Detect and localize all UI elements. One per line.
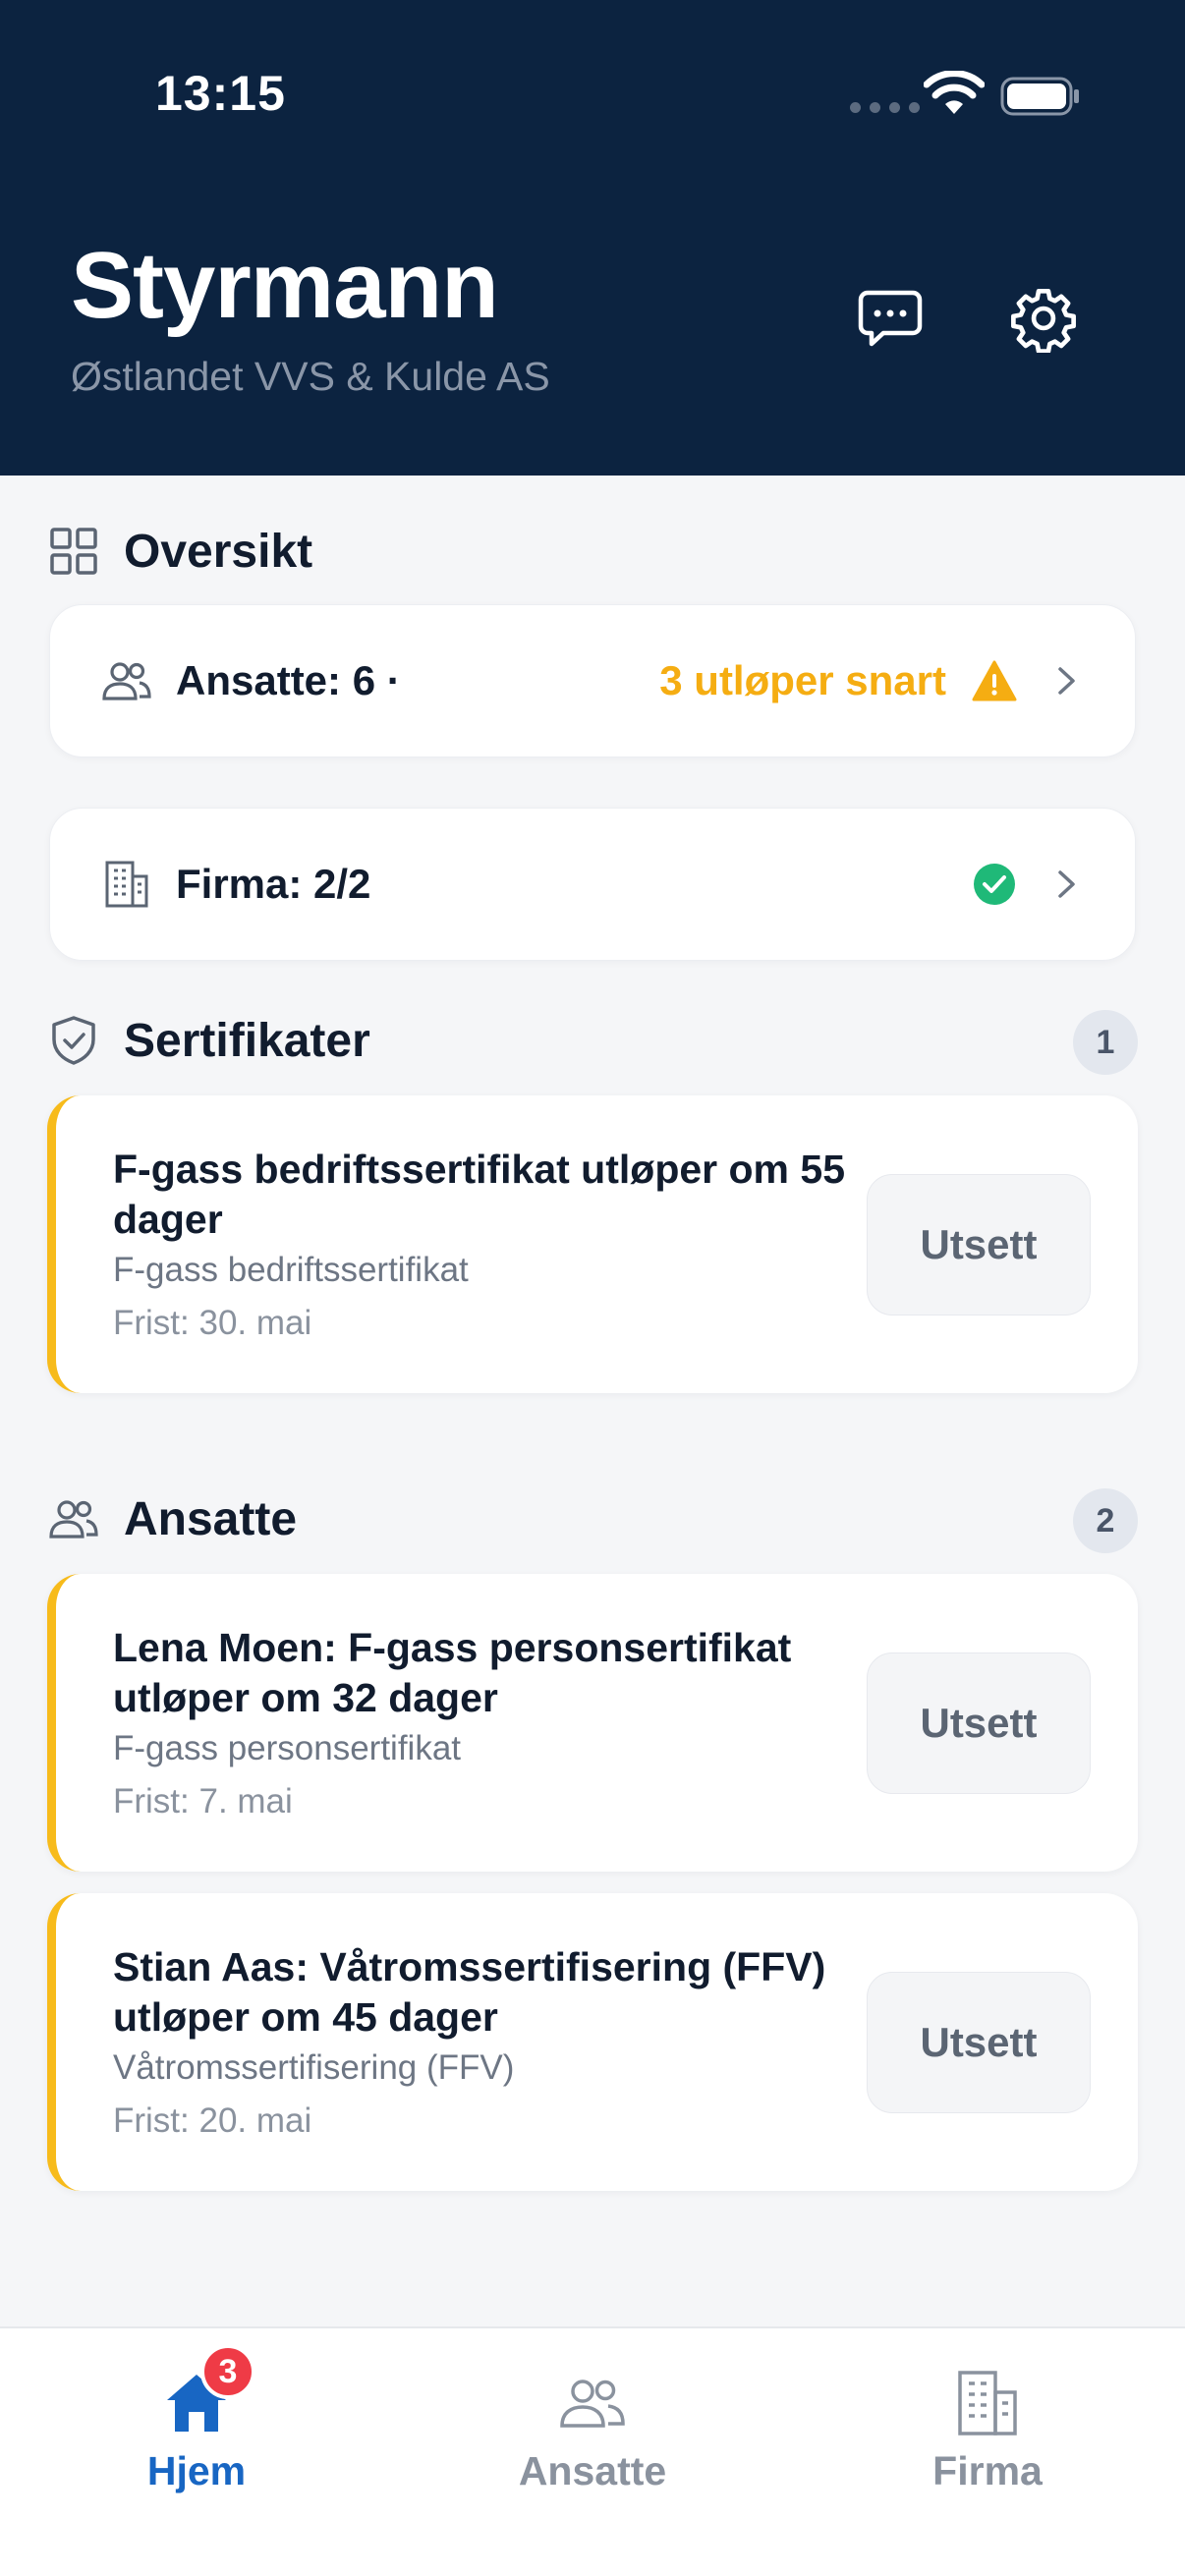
settings-button[interactable] xyxy=(1000,275,1087,362)
alert-due-date: Frist: 7. mai xyxy=(113,1782,293,1820)
alert-due-date: Frist: 30. mai xyxy=(113,1304,312,1342)
count-badge: 1 xyxy=(1073,1010,1138,1075)
tab-label: Firma xyxy=(932,2448,1043,2493)
employee-alert-card: Lena Moen: F-gass personsertifikat utløp… xyxy=(47,1574,1138,1872)
company-count-label: Firma: 2/2 xyxy=(176,861,371,907)
expiring-soon-text: 3 utløper snart xyxy=(659,657,946,703)
postpone-button[interactable]: Utsett xyxy=(867,1174,1091,1316)
certificates-section-header: Sertifikater 1 xyxy=(47,1006,1138,1075)
building-icon xyxy=(99,857,154,912)
overview-section-header: Oversikt xyxy=(47,517,1138,586)
tab-company[interactable]: Firma xyxy=(840,2364,1135,2511)
section-title: Sertifikater xyxy=(124,1014,370,1067)
postpone-button[interactable]: Utsett xyxy=(867,1972,1091,2113)
grid-icon xyxy=(47,525,100,578)
battery-icon xyxy=(1000,77,1079,116)
alert-title: Lena Moen: F-gass personsertifikat utløp… xyxy=(113,1625,792,1720)
chevron-right-icon xyxy=(1058,870,1075,898)
section-title: Ansatte xyxy=(124,1492,298,1545)
warning-icon xyxy=(972,660,1017,701)
notification-badge: 3 xyxy=(200,2344,255,2399)
people-icon xyxy=(99,653,154,708)
alert-title: F-gass bedriftssertifikat utløper om 55 … xyxy=(113,1147,846,1242)
app-screen: 13:15 Styrmann Østlandet VVS & Kulde AS xyxy=(0,0,1185,2576)
alert-due-date: Frist: 20. mai xyxy=(113,2101,312,2140)
messages-button[interactable] xyxy=(847,275,933,362)
employee-alert-card: Stian Aas: Våtromssertifisering (FFV) ut… xyxy=(47,1893,1138,2191)
certificate-alert-card: F-gass bedriftssertifikat utløper om 55 … xyxy=(47,1095,1138,1393)
tab-label: Ansatte xyxy=(518,2448,667,2493)
check-circle-icon xyxy=(974,864,1015,905)
alert-subtitle: Våtromssertifisering (FFV) xyxy=(113,2048,515,2087)
building-icon xyxy=(948,2364,1027,2442)
bottom-tab-bar: 3 Hjem Ansatte Firma xyxy=(0,2326,1185,2576)
tab-label: Hjem xyxy=(146,2448,247,2493)
app-header: 13:15 Styrmann Østlandet VVS & Kulde AS xyxy=(0,0,1185,476)
alert-title: Stian Aas: Våtromssertifisering (FFV) ut… xyxy=(113,1944,826,2040)
app-title: Styrmann xyxy=(71,233,499,338)
count-badge: 2 xyxy=(1073,1488,1138,1553)
gear-icon xyxy=(1011,288,1076,353)
employees-count-label: Ansatte: 6 · xyxy=(176,657,401,703)
people-icon xyxy=(47,1492,100,1545)
cellular-signal-icon xyxy=(850,102,920,113)
tab-employees[interactable]: Ansatte xyxy=(445,2364,740,2511)
chevron-right-icon xyxy=(1058,667,1075,695)
alert-subtitle: F-gass bedriftssertifikat xyxy=(113,1251,469,1289)
shield-check-icon xyxy=(47,1014,100,1067)
postpone-button[interactable]: Utsett xyxy=(867,1652,1091,1794)
employees-overview-card[interactable]: Ansatte: 6 · 3 utløper snart xyxy=(49,604,1136,757)
company-name: Østlandet VVS & Kulde AS xyxy=(71,354,550,399)
wifi-icon xyxy=(924,71,985,114)
status-time: 13:15 xyxy=(155,66,286,121)
home-icon: 3 xyxy=(157,2344,255,2442)
section-title: Oversikt xyxy=(124,525,313,578)
alert-subtitle: F-gass personsertifikat xyxy=(113,1729,462,1767)
people-icon xyxy=(553,2364,632,2442)
tab-home[interactable]: 3 Hjem xyxy=(49,2344,344,2511)
chat-bubble-icon xyxy=(858,290,923,347)
employees-section-header: Ansatte 2 xyxy=(47,1484,1138,1553)
company-overview-card[interactable]: Firma: 2/2 xyxy=(49,808,1136,961)
